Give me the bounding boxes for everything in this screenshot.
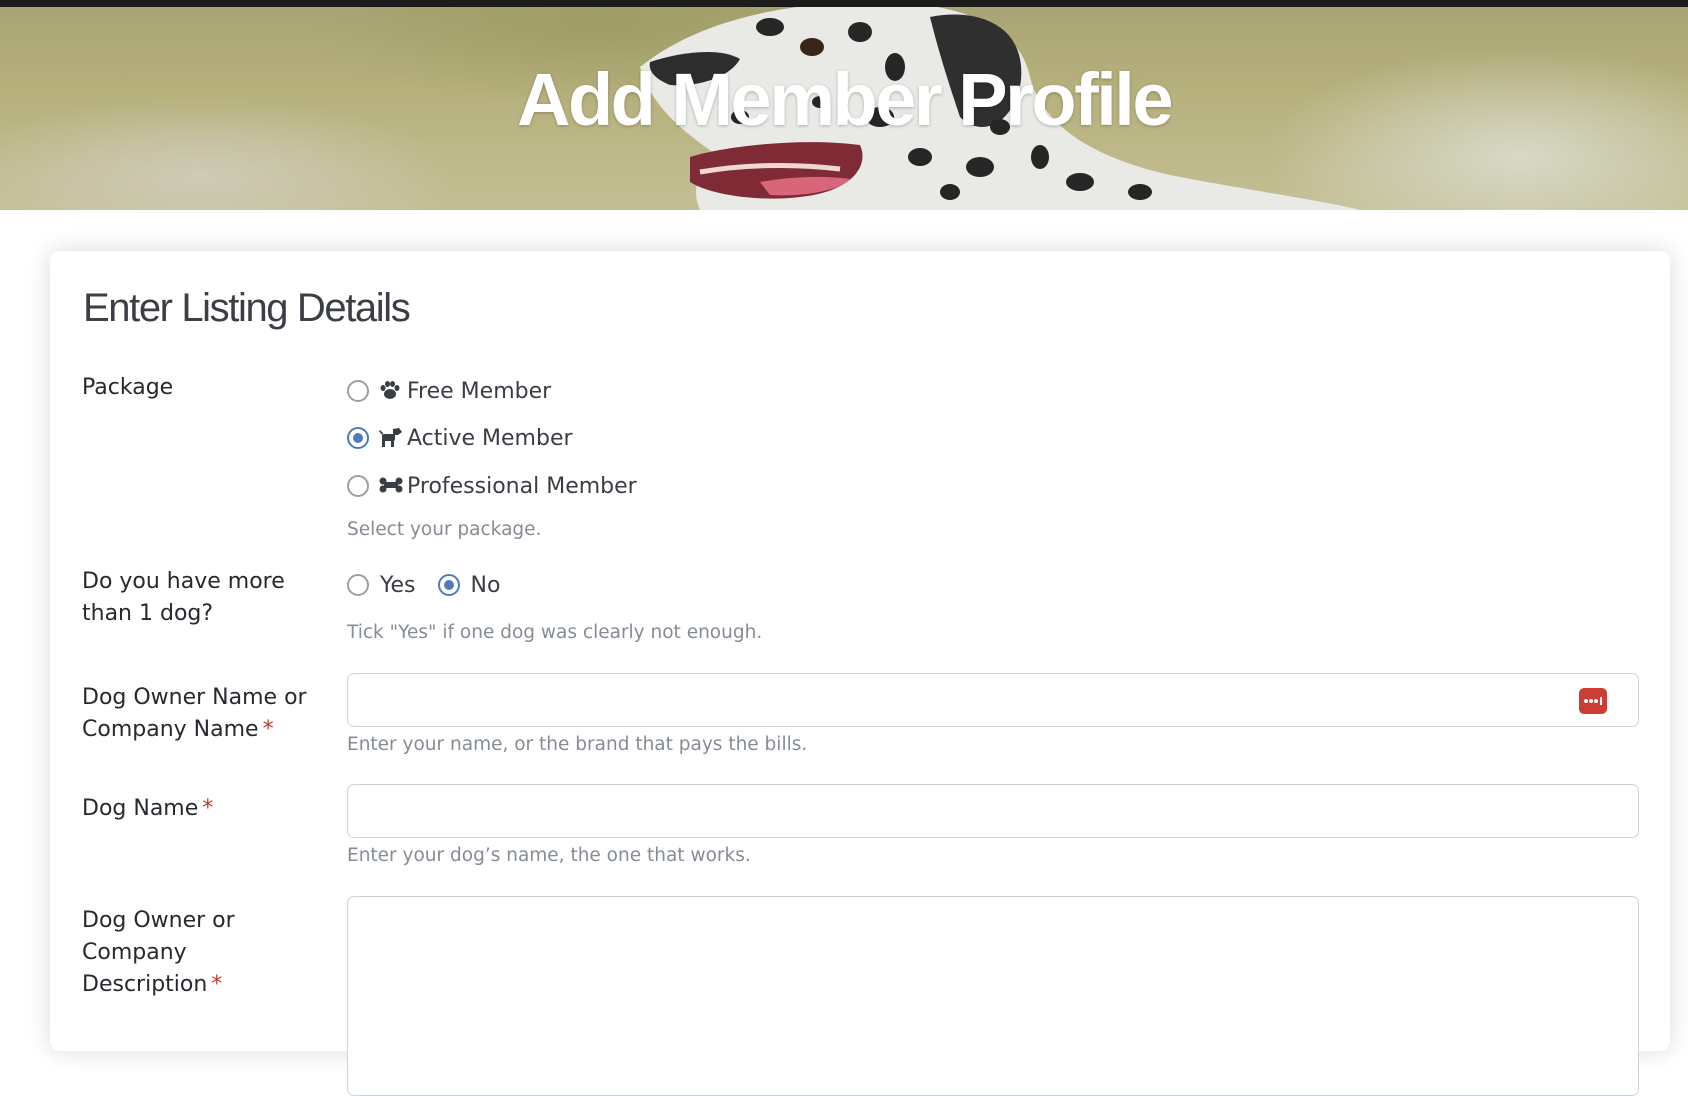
listing-form-card: Enter Listing Details Package Free Membe… [50,251,1670,1096]
package-label: Package [82,375,174,400]
package-option-label: Professional Member [407,473,637,499]
password-manager-icon[interactable] [1579,688,1607,714]
package-option-label: Free Member [407,378,552,404]
radio-button[interactable] [347,380,369,402]
more-dogs-option-label: Yes [380,572,416,598]
page-title: Add Member Profile [517,58,1174,141]
top-bar [0,0,1688,7]
radio-button[interactable] [347,574,369,596]
radio-button-selected[interactable] [437,574,460,596]
more-dogs-option-yes[interactable]: Yes [347,573,416,598]
dog-icon [378,426,404,450]
package-option-label: Active Member [407,425,573,451]
description-textarea[interactable] [347,896,1639,1096]
more-dogs-option-label: No [470,572,501,598]
owner-name-input[interactable] [347,673,1639,727]
paw-icon [378,379,404,403]
package-option-professional[interactable]: Professional Member [347,471,637,501]
radio-button-selected[interactable] [347,427,369,449]
dog-name-input[interactable] [347,784,1639,838]
owner-name-label: Dog Owner Name or Company Name * [82,682,332,746]
dog-name-label: Dog Name * [82,793,332,825]
radio-button[interactable] [347,475,369,497]
section-title: Enter Listing Details [83,286,411,330]
bone-icon [378,474,404,498]
more-dogs-option-no[interactable]: No [437,572,501,598]
required-mark: * [211,972,223,997]
owner-name-help-text: Enter your name, or the brand that pays … [347,734,808,755]
required-mark: * [262,717,274,742]
more-dogs-label: Do you have more than 1 dog? [82,569,285,626]
dog-name-help-text: Enter your dog’s name, the one that work… [347,845,751,866]
hero-banner: Add Member Profile [0,7,1688,210]
package-option-active[interactable]: Active Member [347,423,573,453]
package-option-free[interactable]: Free Member [347,376,551,406]
description-label: Dog Owner or Company Description * [82,905,272,1001]
dog-name-label-text: Dog Name [82,796,199,821]
package-help-text: Select your package. [347,519,542,540]
more-dogs-options: Yes No [347,570,500,600]
required-mark: * [202,796,214,821]
more-dogs-help-text: Tick "Yes" if one dog was clearly not en… [347,622,763,643]
